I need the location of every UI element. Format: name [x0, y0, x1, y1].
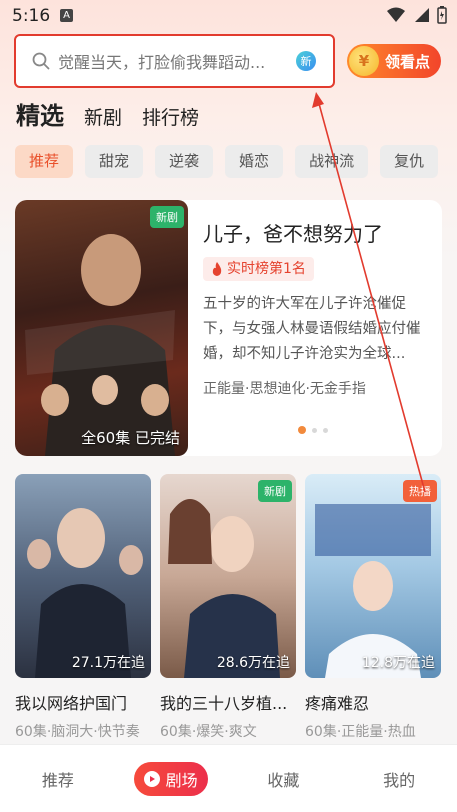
rank-label: 实时榜第1名 [227, 261, 306, 277]
drama-poster[interactable]: 27.1万在追 [15, 474, 151, 678]
views-count: 28.6万在追 [216, 655, 290, 671]
nav-recommend[interactable]: 推荐 [18, 767, 98, 791]
featured-card[interactable]: 新剧 全60集 已完结 儿子，爸不想努力了 实时榜第1名 五十岁的许大军在儿子许… [15, 200, 442, 456]
poster-image [168, 499, 280, 678]
chip-revenge[interactable]: 复仇 [380, 145, 439, 178]
new-badge-icon: 新 [296, 51, 316, 71]
drama-meta: 60集·正能量·热血 [305, 724, 416, 740]
claim-points-button[interactable]: ¥ 领看点 [347, 44, 441, 78]
drama-card[interactable]: 27.1万在追 我以网络护国门 60集·脑洞大·快节奏 [15, 474, 151, 741]
poster-image [25, 234, 175, 456]
search-box[interactable]: 觉醒当天，打脸偷我舞蹈动... 新 [14, 34, 335, 88]
drama-poster[interactable]: 新剧 28.6万在追 [160, 474, 296, 678]
hot-badge: 热播 [403, 480, 437, 502]
nav-mine[interactable]: 我的 [359, 767, 439, 791]
status-icons [387, 6, 447, 24]
claim-points-label: 领看点 [385, 52, 431, 71]
drama-meta: 60集·脑洞大·快节奏 [15, 724, 140, 740]
status-bar: 5:16 A [0, 0, 457, 32]
drama-poster[interactable]: 热播 12.8万在追 [305, 474, 441, 678]
carousel-dots [298, 426, 328, 434]
poster-image [27, 508, 143, 678]
featured-title: 儿子，爸不想努力了 [203, 222, 383, 246]
nav-theater[interactable]: 剧场 [133, 761, 208, 796]
search-placeholder: 觉醒当天，打脸偷我舞蹈动... [58, 53, 266, 72]
drama-title: 疼痛难忍 [305, 694, 370, 713]
drama-meta: 60集·爆笑·爽文 [160, 724, 257, 740]
new-drama-badge: 新剧 [150, 206, 184, 228]
featured-description: 五十岁的许大军在儿子许沧催促下，与女强人林曼语假结婚应付催婚，却不知儿子许沧实为… [203, 296, 421, 362]
episode-status: 全60集 已完结 [81, 429, 180, 447]
drama-card[interactable]: 热播 12.8万在追 疼痛难忍 60集·正能量·热血 [305, 474, 441, 741]
chip-sweet[interactable]: 甜宠 [85, 145, 144, 178]
bottom-nav: 推荐 剧场 收藏 我的 [0, 744, 457, 812]
drama-title: 我以网络护国门 [15, 694, 128, 713]
chip-marriage[interactable]: 婚恋 [225, 145, 284, 178]
featured-tags: 正能量·思想迪化·无金手指 [203, 381, 366, 397]
wifi-icon [387, 7, 405, 22]
views-count: 12.8万在追 [361, 655, 435, 671]
drama-title: 我的三十八岁植... [160, 694, 288, 713]
drama-grid: 27.1万在追 我以网络护国门 60集·脑洞大·快节奏 新剧 28.6万在追 我… [15, 474, 442, 741]
poster-image [315, 504, 431, 678]
new-drama-badge: 新剧 [258, 480, 292, 502]
top-tabs: 精选 新剧 排行榜 [16, 96, 199, 131]
views-count: 27.1万在追 [71, 655, 145, 671]
fire-icon [212, 262, 222, 276]
nav-theater-label: 剧场 [165, 770, 198, 790]
chip-war-god[interactable]: 战神流 [295, 145, 369, 178]
status-time: 5:16 [12, 6, 51, 26]
carousel-dot [323, 427, 328, 433]
tab-ranking[interactable]: 排行榜 [142, 103, 199, 130]
drama-card[interactable]: 新剧 28.6万在追 我的三十八岁植... 60集·爆笑·爽文 [160, 474, 296, 741]
carousel-dot [312, 427, 317, 433]
category-chips: 推荐 甜宠 逆袭 婚恋 战神流 复仇 [15, 145, 439, 178]
chip-recommend[interactable]: 推荐 [15, 145, 74, 178]
nav-favorites[interactable]: 收藏 [243, 767, 323, 791]
signal-icon [415, 8, 429, 22]
notification-icon: A [60, 9, 73, 22]
play-icon [143, 770, 160, 787]
carousel-dot [298, 426, 306, 434]
tab-featured[interactable]: 精选 [16, 96, 64, 131]
featured-poster[interactable]: 新剧 全60集 已完结 [15, 200, 188, 456]
battery-icon [437, 6, 447, 24]
search-icon [32, 52, 50, 70]
tab-new-drama[interactable]: 新剧 [84, 103, 122, 130]
chip-comeback[interactable]: 逆袭 [155, 145, 214, 178]
coin-icon: ¥ [349, 46, 379, 76]
rank-badge: 实时榜第1名 [203, 257, 314, 281]
